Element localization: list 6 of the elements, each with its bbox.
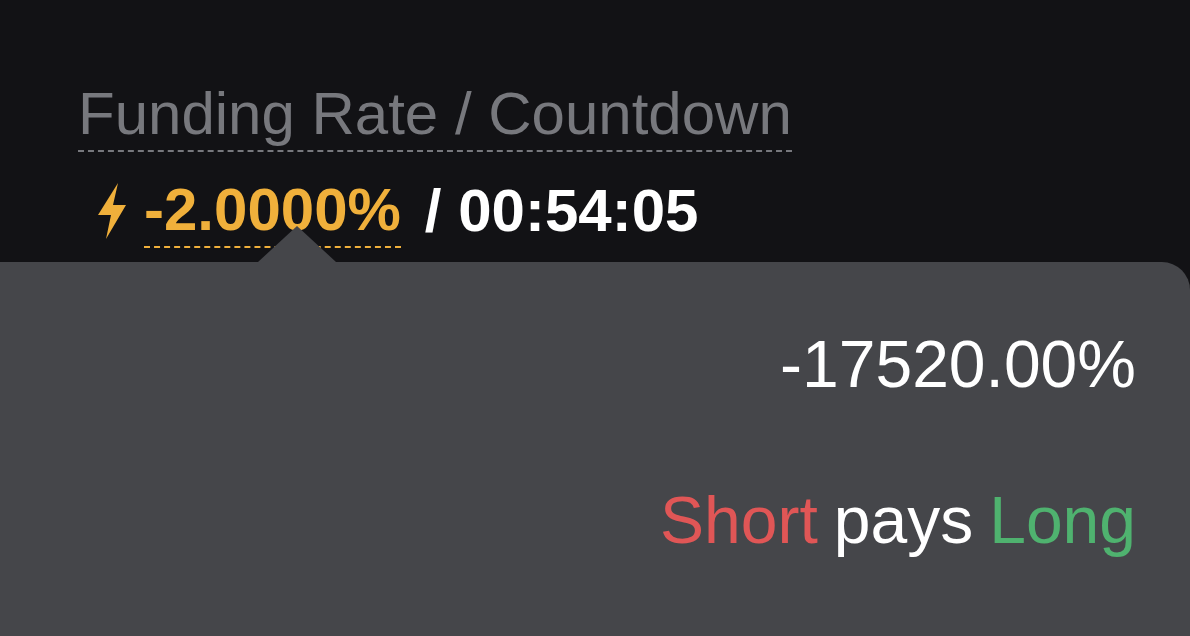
- direction-word: Short: [660, 482, 818, 559]
- countdown: / 00:54:05: [424, 176, 699, 246]
- funding-rate-label[interactable]: Funding Rate / Countdown: [78, 78, 792, 152]
- direction-word: pays: [833, 482, 974, 559]
- annualized-rate: -17520.00%: [780, 326, 1136, 403]
- direction-word: Long: [989, 482, 1136, 559]
